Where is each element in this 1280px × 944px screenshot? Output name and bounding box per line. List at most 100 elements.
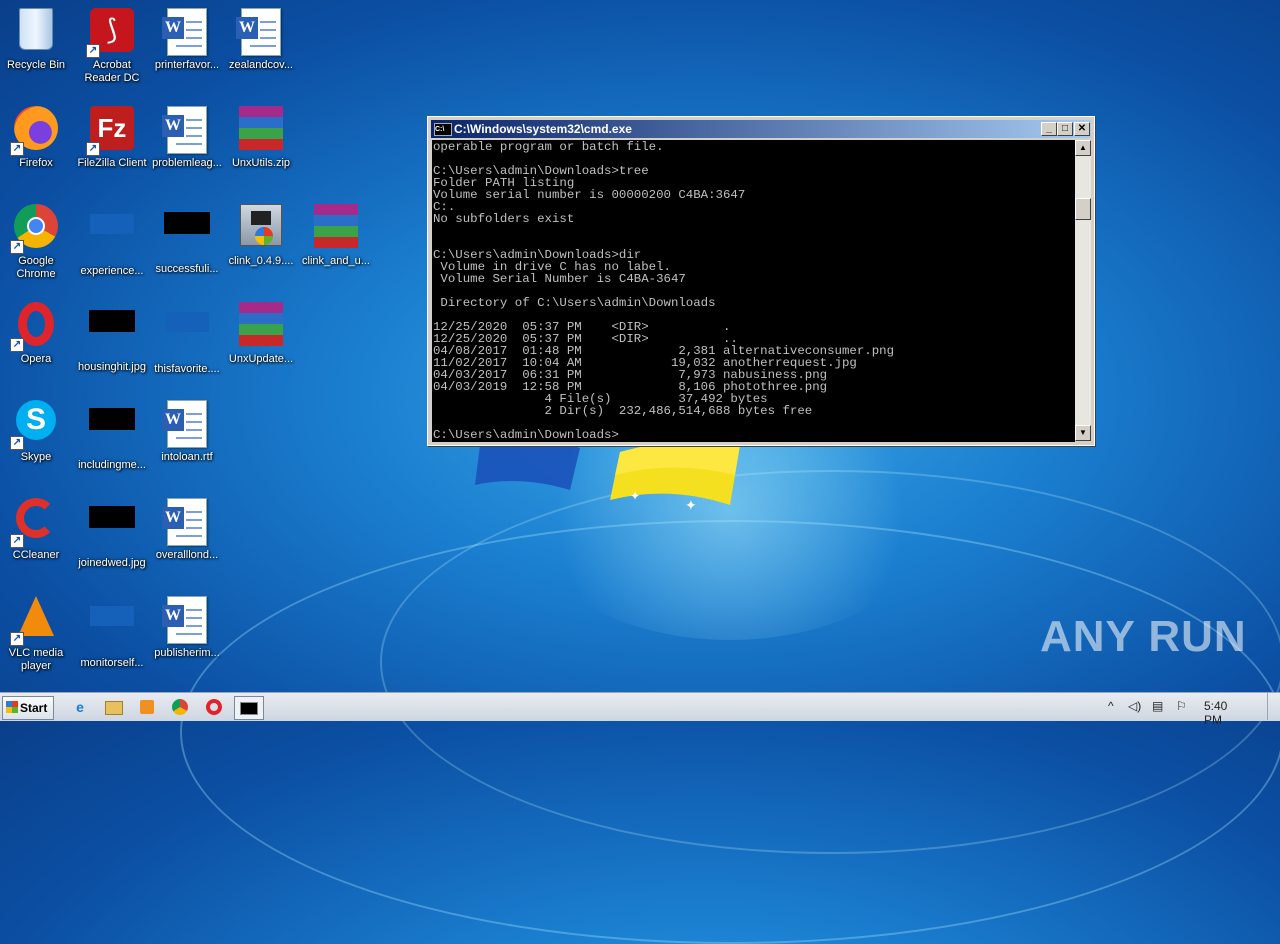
cmd-title-text: C:\Windows\system32\cmd.exe bbox=[454, 122, 632, 136]
winrar-archive-icon[interactable]: UnxUtils.zip bbox=[223, 100, 299, 188]
file-thumbnail bbox=[163, 312, 211, 360]
desktop-icon-label: overalllond... bbox=[155, 549, 219, 561]
skype-icon[interactable]: S ↗ Skype bbox=[0, 394, 74, 482]
scroll-down-button[interactable]: ▼ bbox=[1075, 425, 1091, 441]
desktop-icon-label: publisherim... bbox=[154, 647, 220, 659]
desktop-icon-label: monitorself... bbox=[80, 657, 144, 669]
desktop-icon-label: joinedwed.jpg bbox=[78, 557, 146, 569]
file-icon[interactable]: thisfavorite.... bbox=[149, 296, 225, 384]
cmd-window[interactable]: C:\ C:\Windows\system32\cmd.exe _ □ ✕ ope… bbox=[427, 116, 1095, 446]
skype-image: S ↗ bbox=[10, 400, 60, 450]
console-line: Directory of C:\Users\admin\Downloads bbox=[433, 296, 716, 310]
file-icon[interactable]: experience... bbox=[74, 198, 150, 286]
word-doc-image: W bbox=[236, 8, 285, 56]
minimize-button[interactable]: _ bbox=[1041, 122, 1057, 136]
word-document-icon[interactable]: W intoloan.rtf bbox=[149, 394, 225, 482]
desktop-icon-label: clink_0.4.9.... bbox=[228, 255, 294, 267]
wallpaper-swirl bbox=[380, 470, 1280, 854]
winrar-archive-icon[interactable]: UnxUpdate... bbox=[223, 296, 299, 384]
firefox-icon[interactable]: ↗ Firefox bbox=[0, 100, 74, 188]
tray-expand-icon[interactable]: ^ bbox=[1108, 699, 1114, 713]
word-doc-image: W bbox=[162, 106, 211, 154]
internet-explorer-icon[interactable]: e bbox=[68, 696, 92, 718]
volume-icon[interactable]: ◁) bbox=[1128, 699, 1141, 713]
console-line: No subfolders exist bbox=[433, 212, 575, 226]
installer-image bbox=[237, 204, 285, 252]
close-button[interactable]: ✕ bbox=[1074, 122, 1090, 136]
word-document-icon[interactable]: W printerfavor... bbox=[149, 2, 225, 90]
vertical-scrollbar[interactable]: ▲ ▼ bbox=[1075, 140, 1091, 441]
cmd-title-bar[interactable]: C:\ C:\Windows\system32\cmd.exe _ □ ✕ bbox=[431, 120, 1091, 138]
scroll-thumb[interactable] bbox=[1075, 198, 1091, 220]
console-line: C:\Users\admin\Downloads> bbox=[433, 428, 619, 442]
console-line: Volume serial number is 00000200 C4BA:36… bbox=[433, 188, 746, 202]
start-button[interactable]: Start bbox=[2, 696, 54, 720]
cmd-taskbar-button[interactable] bbox=[234, 696, 264, 720]
desktop-icon-label: experience... bbox=[80, 265, 144, 277]
file-thumbnail bbox=[163, 212, 211, 260]
desktop-icon-label: printerfavor... bbox=[154, 59, 220, 71]
acrobat-image: ⟆ ↗ bbox=[86, 8, 136, 58]
shortcut-arrow-icon: ↗ bbox=[10, 142, 24, 156]
maximize-button[interactable]: □ bbox=[1057, 122, 1073, 136]
console-line: Volume Serial Number is C4BA-3647 bbox=[433, 272, 686, 286]
chrome-image: ↗ bbox=[10, 204, 60, 254]
media-player-icon[interactable] bbox=[135, 696, 159, 718]
ccleaner-icon[interactable]: ↗ CCleaner bbox=[0, 492, 74, 580]
action-center-flag-icon[interactable]: ⚐ bbox=[1176, 699, 1187, 713]
image-file-icon[interactable]: housinghit.jpg bbox=[74, 296, 150, 384]
shortcut-arrow-icon: ↗ bbox=[10, 338, 24, 352]
windows-flag-icon bbox=[6, 701, 18, 713]
winrar-archive-icon[interactable]: clink_and_u... bbox=[298, 198, 374, 286]
recycle-bin-icon[interactable]: Recycle Bin bbox=[0, 2, 74, 90]
file-thumbnail bbox=[88, 506, 136, 554]
recycle-bin-image bbox=[12, 8, 60, 56]
file-explorer-icon[interactable] bbox=[102, 696, 126, 718]
file-thumbnail bbox=[88, 310, 136, 358]
clock[interactable]: 5:40 PM bbox=[1204, 699, 1248, 727]
word-doc-image: W bbox=[162, 400, 211, 448]
desktop-icon-label: UnxUtils.zip bbox=[231, 157, 291, 169]
opera-taskbar-icon[interactable] bbox=[202, 696, 226, 718]
console-output[interactable]: operable program or batch file. C:\Users… bbox=[432, 140, 1075, 442]
show-desktop-button[interactable] bbox=[1267, 693, 1280, 720]
desktop-icon-label: clink_and_u... bbox=[302, 255, 370, 267]
firefox-image: ↗ bbox=[10, 106, 60, 156]
shortcut-arrow-icon: ↗ bbox=[10, 632, 24, 646]
winrar-image bbox=[237, 106, 285, 154]
file-icon[interactable]: successfuli... bbox=[149, 198, 225, 286]
filezilla-icon[interactable]: Fz ↗ FileZilla Client bbox=[74, 100, 150, 188]
vlc-image: ↗ bbox=[10, 596, 60, 646]
console-line: 2 Dir(s) 232,486,514,688 bytes free bbox=[433, 404, 813, 418]
word-doc-image: W bbox=[162, 498, 211, 546]
shortcut-arrow-icon: ↗ bbox=[10, 240, 24, 254]
winrar-image bbox=[312, 204, 360, 252]
desktop-icon-label: problemleag... bbox=[152, 157, 222, 169]
acrobat-reader-icon[interactable]: ⟆ ↗ Acrobat Reader DC bbox=[74, 2, 150, 90]
word-document-icon[interactable]: W publisherim... bbox=[149, 590, 225, 678]
file-thumbnail bbox=[88, 214, 136, 262]
installer-icon[interactable]: clink_0.4.9.... bbox=[223, 198, 299, 286]
winrar-image bbox=[237, 302, 285, 350]
word-document-icon[interactable]: W zealandcov... bbox=[223, 2, 299, 90]
start-label: Start bbox=[20, 701, 48, 715]
word-doc-image: W bbox=[162, 8, 211, 56]
word-document-icon[interactable]: W overalllond... bbox=[149, 492, 225, 580]
scroll-up-button[interactable]: ▲ bbox=[1075, 140, 1091, 156]
shortcut-arrow-icon: ↗ bbox=[10, 534, 24, 548]
word-document-icon[interactable]: W problemleag... bbox=[149, 100, 225, 188]
desktop-icon-label: Acrobat Reader DC bbox=[84, 59, 140, 84]
desktop-icon-label: UnxUpdate... bbox=[228, 353, 294, 365]
file-icon[interactable]: includingme... bbox=[74, 394, 150, 482]
vlc-icon[interactable]: ↗ VLC media player bbox=[0, 590, 74, 678]
chrome-taskbar-icon[interactable] bbox=[168, 696, 192, 718]
network-icon[interactable]: ▤ bbox=[1152, 699, 1163, 713]
desktop-icon-label: housinghit.jpg bbox=[78, 361, 146, 373]
opera-icon[interactable]: ↗ Opera bbox=[0, 296, 74, 384]
desktop-icon-label: Opera bbox=[20, 353, 52, 365]
image-file-icon[interactable]: joinedwed.jpg bbox=[74, 492, 150, 580]
chrome-icon[interactable]: ↗ Google Chrome bbox=[0, 198, 74, 286]
file-icon[interactable]: monitorself... bbox=[74, 590, 150, 678]
filezilla-image: Fz ↗ bbox=[86, 106, 136, 156]
